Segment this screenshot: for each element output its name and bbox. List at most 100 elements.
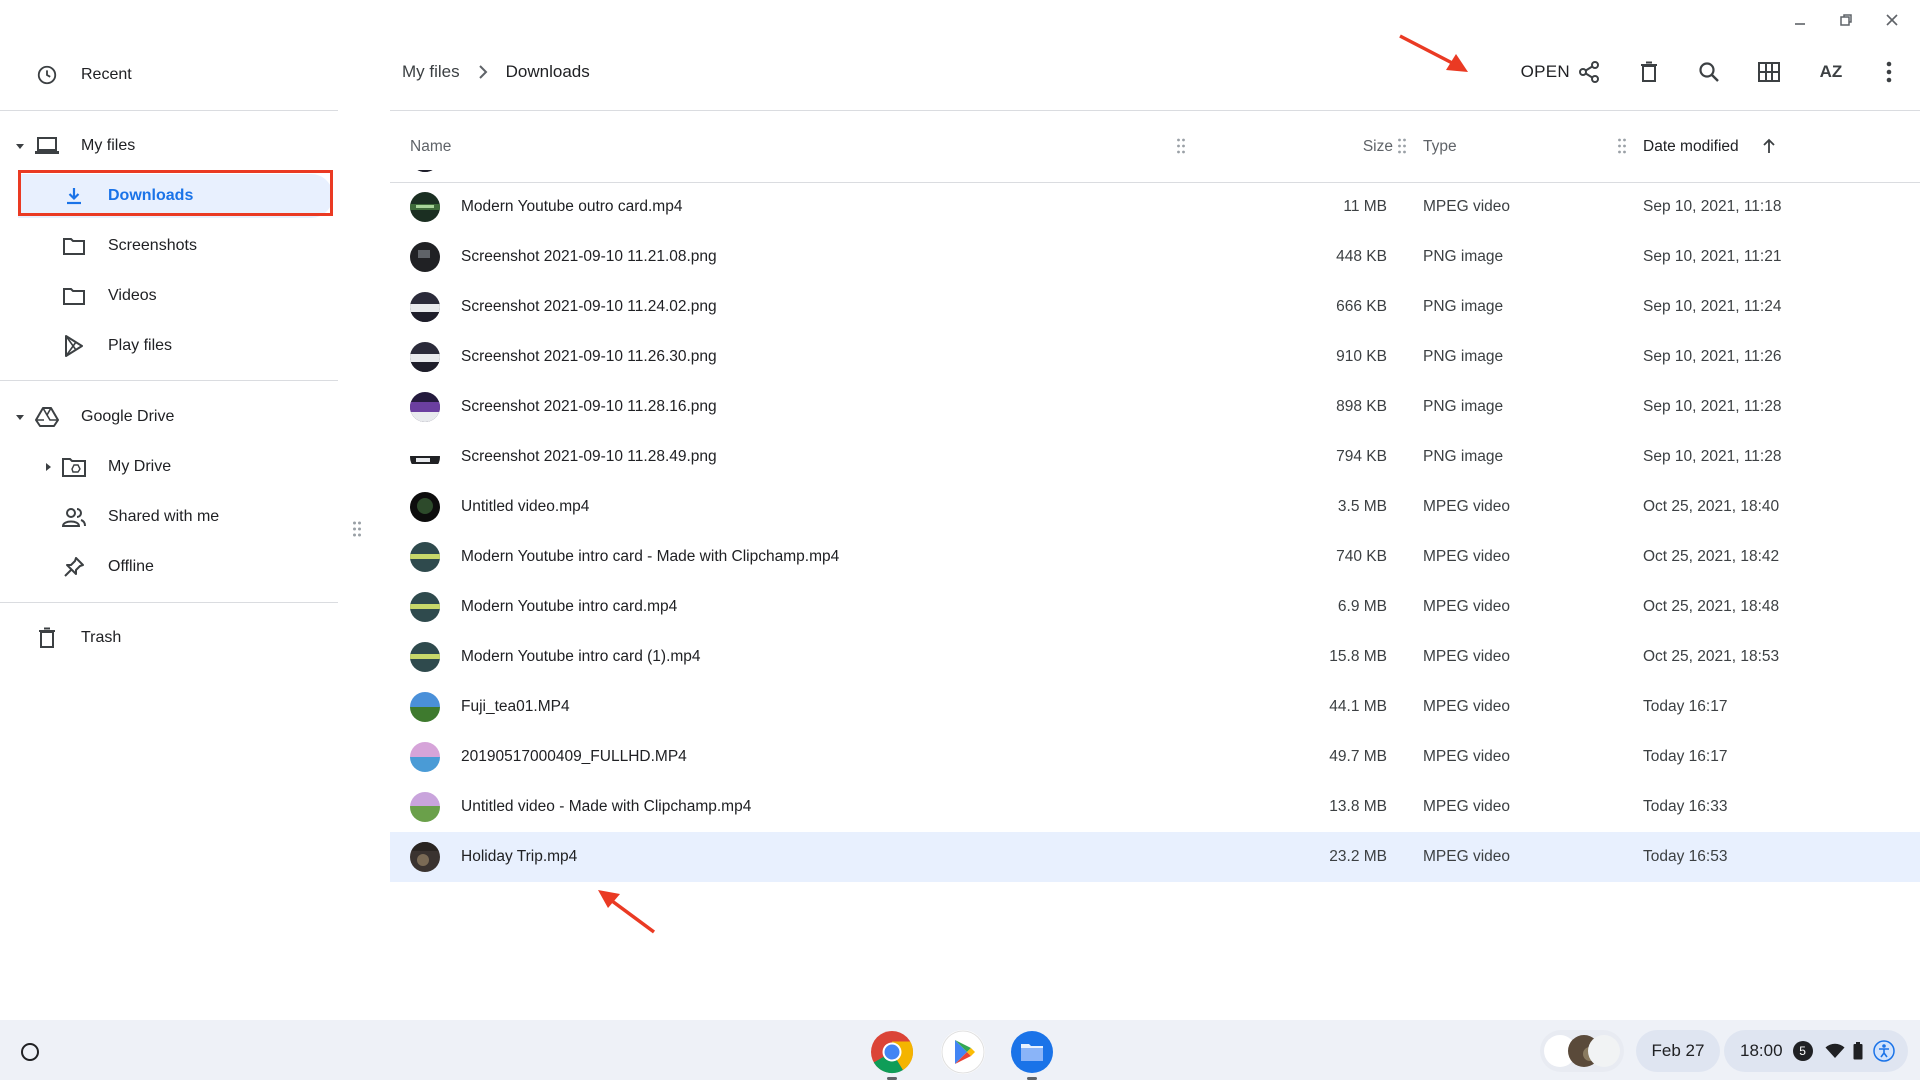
chevron-right-icon	[478, 65, 488, 79]
sidebar-divider	[0, 602, 338, 603]
file-date: Today 16:53	[1643, 848, 1728, 865]
column-resize-handle[interactable]	[1176, 138, 1186, 154]
search-icon[interactable]	[1697, 60, 1721, 84]
file-name: Holiday Trip.mp4	[461, 848, 578, 865]
column-header-date[interactable]: Date modified	[1643, 138, 1739, 156]
file-row[interactable]: Screenshot 2021-09-10 11.21.08.png 448 KB…	[390, 232, 1920, 282]
file-date: Sep 10, 2021, 11:28	[1643, 398, 1782, 415]
sidebar-item-trash[interactable]: Trash	[0, 616, 121, 660]
sidebar-item-label: Play files	[108, 337, 173, 354]
laptop-icon	[35, 134, 59, 158]
sidebar-item-shared-with-me[interactable]: Shared with me	[0, 495, 219, 539]
launcher-button[interactable]	[12, 1034, 48, 1070]
sidebar-divider	[0, 380, 338, 381]
annotation-arrow-open	[1399, 34, 1468, 72]
file-date: Today 16:33	[1643, 798, 1728, 815]
holding-space-tray[interactable]	[1540, 1030, 1624, 1072]
more-vert-icon[interactable]	[1877, 60, 1901, 84]
file-name: Modern Youtube intro card - Made with Cl…	[461, 548, 840, 565]
breadcrumb-downloads[interactable]: Downloads	[506, 62, 590, 82]
chrome-app-icon[interactable]	[870, 1030, 914, 1080]
restore-icon[interactable]	[1834, 8, 1858, 32]
sidebar-item-play-files[interactable]: Play files	[0, 324, 172, 368]
delete-icon[interactable]	[1637, 60, 1661, 84]
file-row[interactable]: Screenshot 2021-09-10 11.28.16.png 898 KB…	[390, 382, 1920, 432]
google-drive-icon	[35, 405, 59, 429]
drive-folder-icon	[62, 455, 86, 479]
file-row[interactable]: Fuji_tea01.MP4 44.1 MB MPEG video Today 16:…	[390, 682, 1920, 732]
breadcrumb: My files Downloads	[402, 62, 590, 82]
file-date: Today 16:17	[1643, 748, 1728, 765]
file-row[interactable]: Holiday Trip.mp4 23.2 MB MPEG video Today 1…	[390, 832, 1920, 882]
window-controls	[1788, 8, 1904, 32]
file-type: MPEG video	[1423, 548, 1511, 565]
file-name: Screenshot 2021-09-10 11.24.02.png	[461, 298, 717, 315]
sidebar-item-recent[interactable]: Recent	[0, 53, 132, 97]
file-row[interactable]: Untitled video - Made with Clipchamp.mp4…	[390, 782, 1920, 832]
file-row[interactable]: Screenshot 2021-09-10 11.24.02.png 666 KB…	[390, 282, 1920, 332]
file-row[interactable]: Modern Youtube outro card.mp4 11 MB MPEG v…	[390, 182, 1920, 232]
sidebar-item-google-drive[interactable]: Google Drive	[0, 395, 174, 439]
file-date: Oct 25, 2021, 18:42	[1643, 548, 1780, 565]
shelf-time: 18:00	[1740, 1041, 1783, 1060]
close-icon[interactable]	[1880, 8, 1904, 32]
sidebar-item-label: My Drive	[108, 458, 172, 475]
file-row[interactable]: Screenshot 2021-09-10 11.28.49.png 794 KB…	[390, 432, 1920, 482]
sort-ascending-arrow-icon[interactable]	[1762, 138, 1776, 159]
breadcrumb-my-files[interactable]: My files	[402, 62, 460, 82]
sidebar-divider	[0, 110, 338, 111]
file-date: Oct 25, 2021, 18:48	[1643, 598, 1780, 615]
file-row[interactable]: Screenshot 2021-09-03 17.20.49.png1.0 MB…	[390, 170, 1920, 182]
file-row[interactable]: Screenshot 2021-09-10 11.26.30.png 910 KB…	[390, 332, 1920, 382]
file-list: Screenshot 2021-09-03 17.20.49.png1.0 MB…	[390, 170, 1920, 906]
file-date: Oct 25, 2021, 18:40	[1643, 498, 1780, 515]
sidebar-item-videos[interactable]: Videos	[0, 274, 157, 318]
sidebar-item-label: Offline	[108, 558, 154, 575]
file-thumbnail-icon	[410, 792, 440, 822]
sidebar-item-label: Videos	[108, 287, 157, 304]
trash-icon	[35, 626, 59, 650]
file-date: Sep 10, 2021, 11:24	[1643, 298, 1782, 315]
file-size: 910 KB	[1336, 348, 1387, 365]
file-name: Modern Youtube outro card.mp4	[461, 198, 683, 215]
file-name: Modern Youtube intro card (1).mp4	[461, 648, 701, 665]
clock-icon	[35, 63, 59, 87]
column-header-name[interactable]: Name	[410, 138, 451, 156]
column-header-size[interactable]: Size	[1363, 138, 1393, 156]
file-thumbnail-icon	[410, 742, 440, 772]
column-resize-handle[interactable]	[1617, 138, 1627, 154]
file-row[interactable]: Modern Youtube intro card (1).mp4 15.8 MB…	[390, 632, 1920, 682]
file-thumbnail-icon	[410, 692, 440, 722]
file-thumbnail-icon	[410, 192, 440, 222]
sidebar-item-screenshots[interactable]: Screenshots	[0, 224, 197, 268]
column-header-type[interactable]: Type	[1423, 138, 1457, 156]
minimize-icon[interactable]	[1788, 8, 1812, 32]
wifi-icon	[1825, 1043, 1845, 1059]
file-row[interactable]: 20190517000409_FULLHD.MP4 49.7 MB MPEG vid…	[390, 732, 1920, 782]
file-size: 794 KB	[1336, 448, 1387, 465]
sidebar-resize-handle[interactable]	[352, 520, 362, 540]
sidebar-item-my-drive[interactable]: My Drive	[0, 445, 171, 489]
files-app-icon[interactable]	[1010, 1030, 1054, 1080]
file-date: Sep 10, 2021, 11:18	[1643, 198, 1782, 215]
annotation-highlight-box	[18, 170, 333, 216]
column-resize-handle[interactable]	[1397, 138, 1407, 154]
status-tray[interactable]: 18:00 5	[1724, 1030, 1908, 1072]
date-tray[interactable]: Feb 27	[1636, 1030, 1720, 1072]
sort-icon[interactable]: AZ	[1817, 60, 1845, 84]
header-divider	[390, 110, 1920, 111]
file-row[interactable]: Modern Youtube intro card.mp4 6.9 MB MPEG …	[390, 582, 1920, 632]
file-name: Screenshot 2021-09-10 11.28.49.png	[461, 448, 717, 465]
file-row[interactable]: Untitled video.mp4 3.5 MB MPEG video Oct 25…	[390, 482, 1920, 532]
sidebar-item-my-files[interactable]: My files	[0, 124, 135, 168]
grid-view-icon[interactable]	[1757, 60, 1781, 84]
file-type: MPEG video	[1423, 848, 1511, 865]
sidebar-item-offline[interactable]: Offline	[0, 545, 154, 589]
file-row[interactable]: Modern Youtube intro card - Made with Cl…	[390, 532, 1920, 582]
play-store-app-icon[interactable]	[941, 1030, 985, 1074]
file-name: 20190517000409_FULLHD.MP4	[461, 748, 687, 765]
share-icon[interactable]	[1577, 60, 1601, 84]
file-type: PNG image	[1423, 248, 1504, 265]
battery-icon	[1853, 1042, 1863, 1060]
open-button[interactable]: OPEN	[1521, 62, 1570, 82]
